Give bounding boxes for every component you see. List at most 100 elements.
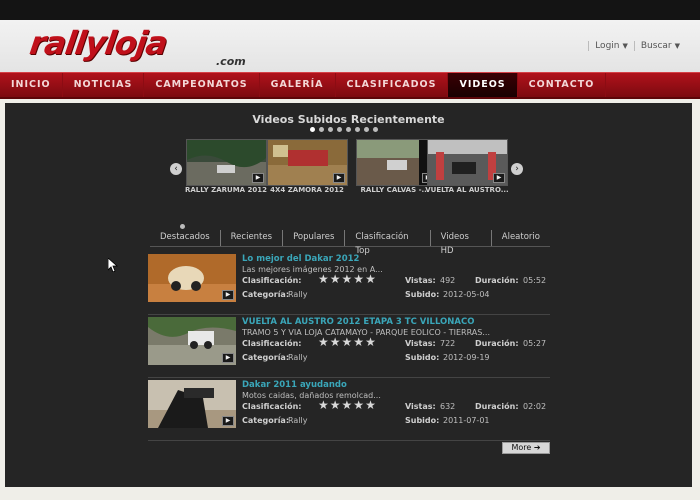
star-icon[interactable]: ★	[353, 273, 364, 285]
video-title[interactable]: VUELTA AL AUSTRO 2012 ETAPA 3 TC VILLONA…	[242, 317, 474, 327]
list-item: ▶ Dakar 2011 ayudando Motos caidas, daña…	[148, 380, 550, 441]
tab-clasificacion-top[interactable]: Clasificación Top	[345, 230, 431, 256]
nav-item-contacto[interactable]: CONTACTO	[518, 73, 607, 97]
carousel-dots	[310, 127, 378, 132]
play-icon: ▶	[493, 173, 505, 183]
category-value: Rally	[288, 290, 308, 299]
video-title[interactable]: Lo mejor del Dakar 2012	[242, 254, 359, 264]
star-icon[interactable]: ★	[365, 273, 376, 285]
views-value: 632	[440, 402, 456, 411]
uploaded-label: Subido:	[405, 290, 440, 299]
category-value: Rally	[288, 416, 308, 425]
rating-stars: ★ ★ ★ ★ ★	[318, 399, 376, 411]
star-icon[interactable]: ★	[342, 273, 353, 285]
footer	[0, 487, 700, 500]
star-icon[interactable]: ★	[318, 336, 329, 348]
views-value: 722	[440, 339, 456, 348]
nav-item-campeonatos[interactable]: CAMPEONATOS	[144, 73, 260, 97]
star-icon[interactable]: ★	[318, 273, 329, 285]
star-icon[interactable]: ★	[365, 336, 376, 348]
play-icon: ▶	[222, 353, 234, 363]
views-label: Vistas:	[405, 402, 436, 411]
carousel-dot[interactable]	[328, 127, 333, 132]
carousel-thumb[interactable]: ▶	[427, 139, 508, 186]
top-bar	[0, 0, 700, 20]
carousel-caption[interactable]: 4X4 ZAMORA 2012	[265, 186, 349, 195]
video-thumb[interactable]: ▶	[148, 317, 236, 365]
rating-stars: ★ ★ ★ ★ ★	[318, 336, 376, 348]
play-icon: ▶	[222, 416, 234, 426]
main-nav: INICIO NOTICIAS CAMPEONATOS GALERÍA CLAS…	[0, 72, 700, 99]
uploaded-label: Subido:	[405, 353, 440, 362]
carousel-dot[interactable]	[373, 127, 378, 132]
duration-label: Duración:	[475, 402, 519, 411]
rating-label: Clasificación:	[242, 402, 302, 411]
duration-value: 02:02	[523, 402, 547, 411]
more-button[interactable]: More ➔	[502, 442, 550, 454]
carousel-caption[interactable]: VUELTA AL AUSTRO...	[425, 186, 509, 195]
star-icon[interactable]: ★	[365, 399, 376, 411]
login-link[interactable]: Login ▼	[588, 41, 634, 51]
star-icon[interactable]: ★	[353, 336, 364, 348]
star-icon[interactable]: ★	[342, 336, 353, 348]
rating-stars: ★ ★ ★ ★ ★	[318, 273, 376, 285]
rating-label: Clasificación:	[242, 276, 302, 285]
category-label: Categoría:	[242, 290, 290, 299]
nav-item-clasificados[interactable]: CLASIFICADOS	[336, 73, 449, 97]
star-icon[interactable]: ★	[330, 336, 341, 348]
star-icon[interactable]: ★	[330, 273, 341, 285]
category-label: Categoría:	[242, 416, 290, 425]
duration-value: 05:27	[523, 339, 547, 348]
star-icon[interactable]: ★	[318, 399, 329, 411]
star-icon[interactable]: ★	[353, 399, 364, 411]
nav-item-inicio[interactable]: INICIO	[0, 73, 63, 97]
duration-value: 05:52	[523, 276, 547, 285]
search-link[interactable]: Buscar ▼	[633, 41, 686, 51]
video-title[interactable]: Dakar 2011 ayudando	[242, 380, 347, 390]
carousel-dot[interactable]	[337, 127, 342, 132]
carousel-thumb[interactable]: ▶	[186, 139, 267, 186]
uploaded-label: Subido:	[405, 416, 440, 425]
active-tab-indicator	[180, 224, 185, 229]
nav-item-noticias[interactable]: NOTICIAS	[63, 73, 145, 97]
carousel-dot[interactable]	[319, 127, 324, 132]
carousel-caption[interactable]: RALLY ZARUMA 2012	[184, 186, 268, 195]
carousel-title: Videos Subidos Recientemente	[252, 113, 445, 126]
views-value: 492	[440, 276, 456, 285]
list-item: ▶ Lo mejor del Dakar 2012 Las mejores im…	[148, 254, 550, 315]
tab-aleatorio[interactable]: Aleatorio	[492, 230, 550, 246]
tab-populares[interactable]: Populares	[283, 230, 346, 246]
carousel-dot[interactable]	[310, 127, 315, 132]
video-thumb[interactable]: ▶	[148, 380, 236, 428]
videos-panel: Videos Subidos Recientemente ‹ › ▶ ▶ ▶ ▶…	[5, 103, 692, 487]
site-logo[interactable]: rallyloja .com	[27, 24, 250, 68]
carousel-dot[interactable]	[346, 127, 351, 132]
star-icon[interactable]: ★	[342, 399, 353, 411]
chevron-left-icon[interactable]: ‹	[170, 163, 182, 175]
carousel-dot[interactable]	[364, 127, 369, 132]
category-label: Categoría:	[242, 353, 290, 362]
category-value: Rally	[288, 353, 308, 362]
mouse-cursor-icon	[108, 258, 118, 272]
play-icon: ▶	[252, 173, 264, 183]
views-label: Vistas:	[405, 276, 436, 285]
tab-recientes[interactable]: Recientes	[221, 230, 284, 246]
video-thumb[interactable]: ▶	[148, 254, 236, 302]
duration-label: Duración:	[475, 276, 519, 285]
tab-videos-hd[interactable]: Videos HD	[431, 230, 492, 256]
play-icon: ▶	[333, 173, 345, 183]
rating-label: Clasificación:	[242, 339, 302, 348]
star-icon[interactable]: ★	[330, 399, 341, 411]
logo-text: rallyloja	[27, 24, 170, 62]
play-icon: ▶	[222, 290, 234, 300]
nav-item-galeria[interactable]: GALERÍA	[260, 73, 336, 97]
carousel-dot[interactable]	[355, 127, 360, 132]
nav-item-videos[interactable]: VIDEOS	[448, 73, 518, 97]
tab-destacados[interactable]: Destacados	[150, 230, 221, 246]
uploaded-value: 2012-09-19	[443, 353, 490, 362]
uploaded-value: 2011-07-01	[443, 416, 490, 425]
carousel-thumb[interactable]: ▶	[267, 139, 348, 186]
video-tabs: Destacados Recientes Populares Clasifica…	[150, 230, 550, 256]
carousel-thumb[interactable]: ▶	[356, 139, 437, 186]
chevron-right-icon[interactable]: ›	[511, 163, 523, 175]
